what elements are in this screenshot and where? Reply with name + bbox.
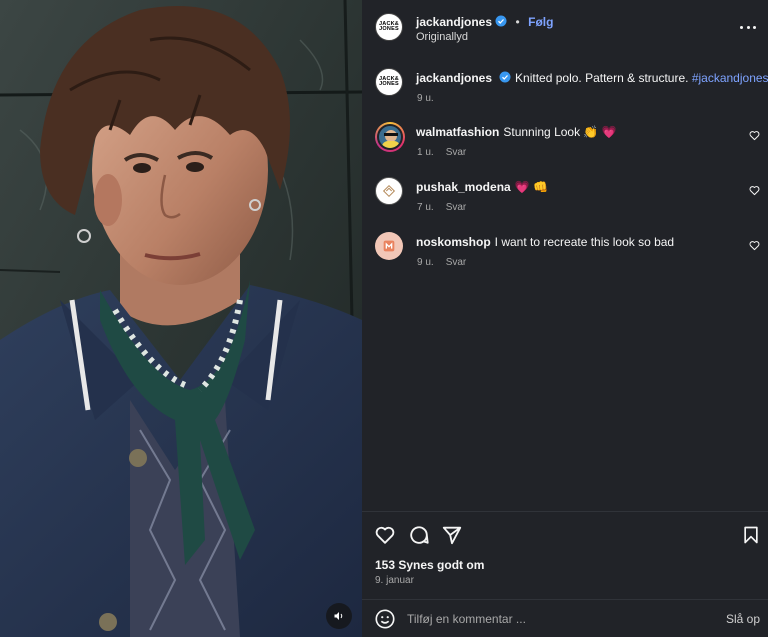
reply-button[interactable]: Svar bbox=[446, 147, 467, 158]
comment-item: noskomshop I want to recreate this look s… bbox=[362, 228, 768, 278]
comment-time: 7 u. bbox=[417, 202, 434, 213]
comment-text: I want to recreate this look so bad bbox=[494, 235, 675, 249]
share-icon bbox=[442, 526, 462, 545]
comment-icon bbox=[410, 526, 429, 544]
model-photo bbox=[0, 0, 362, 637]
separator-dot: • bbox=[515, 15, 520, 29]
post-caption: JACK& JONES jackandjones Knitted polo. Pa… bbox=[362, 62, 768, 112]
post-media[interactable] bbox=[0, 0, 362, 637]
reply-button[interactable]: Svar bbox=[446, 257, 467, 268]
author-username[interactable]: jackandjones bbox=[416, 15, 492, 29]
brand-logo-line: JONES bbox=[379, 26, 399, 32]
comment-like-heart-icon[interactable] bbox=[749, 185, 760, 196]
caption-time: 9 u. bbox=[417, 93, 434, 104]
emoji-button[interactable] bbox=[374, 608, 396, 630]
speaker-icon bbox=[334, 612, 343, 620]
more-dots-icon bbox=[746, 25, 750, 29]
caption-text: Knitted polo. Pattern & structure. bbox=[515, 71, 689, 85]
comment-text: 💗 👊 bbox=[514, 180, 548, 194]
action-bar bbox=[362, 521, 768, 549]
sound-toggle-button[interactable] bbox=[326, 603, 352, 629]
comment-username[interactable]: noskomshop bbox=[416, 235, 491, 249]
avatar[interactable] bbox=[375, 232, 403, 260]
comment-text: Stunning Look 👏 💗 bbox=[503, 125, 617, 139]
brand-logo-line: JONES bbox=[379, 81, 399, 87]
more-dots-icon bbox=[753, 25, 756, 29]
verified-badge-icon bbox=[495, 15, 507, 27]
save-button[interactable] bbox=[739, 523, 763, 547]
comment-item: pushak_modena 💗 👊 7 u. Svar bbox=[362, 173, 768, 223]
avatar[interactable]: JACK& JONES bbox=[375, 13, 403, 41]
post-detail-panel: JACK& JONES jackandjones • Følg Original… bbox=[362, 0, 768, 637]
post-date[interactable]: 9. januar bbox=[375, 575, 414, 586]
comment-like-heart-icon[interactable] bbox=[749, 130, 760, 141]
reply-button[interactable]: Svar bbox=[446, 202, 467, 213]
heart-icon bbox=[375, 526, 395, 544]
comment-button[interactable] bbox=[407, 523, 431, 547]
audio-label[interactable]: Originallyd bbox=[416, 31, 468, 43]
more-options-button[interactable] bbox=[740, 20, 756, 34]
caption-username[interactable]: jackandjones bbox=[416, 71, 492, 85]
likes-count[interactable]: 153 Synes godt om bbox=[375, 558, 484, 572]
comment-input[interactable] bbox=[407, 609, 707, 629]
comment-like-heart-icon[interactable] bbox=[749, 240, 760, 251]
comment-username[interactable]: pushak_modena bbox=[416, 180, 511, 194]
avatar[interactable]: JACK& JONES bbox=[375, 68, 403, 96]
avatar[interactable] bbox=[375, 122, 405, 152]
more-dots-icon bbox=[740, 25, 743, 29]
brand-mark-icon bbox=[382, 184, 396, 198]
verified-badge-icon bbox=[499, 71, 511, 83]
comment-username[interactable]: walmatfashion bbox=[416, 125, 499, 139]
comment-item: walmatfashion Stunning Look 👏 💗 1 u. Svar bbox=[362, 118, 768, 168]
comment-bar: Slå op bbox=[362, 600, 768, 637]
comment-time: 1 u. bbox=[417, 147, 434, 158]
post-comment-button[interactable]: Slå op bbox=[726, 612, 760, 626]
post-header: JACK& JONES jackandjones • Følg Original… bbox=[362, 0, 768, 60]
avatar[interactable] bbox=[375, 177, 403, 205]
comment-time: 9 u. bbox=[417, 257, 434, 268]
hashtag-link[interactable]: #jackandjones bbox=[692, 71, 768, 85]
shop-logo-icon bbox=[383, 240, 395, 252]
bookmark-icon bbox=[744, 526, 758, 544]
emoji-icon bbox=[375, 609, 395, 629]
like-button[interactable] bbox=[373, 523, 397, 547]
follow-button[interactable]: Følg bbox=[528, 15, 553, 29]
divider bbox=[362, 511, 768, 512]
share-button[interactable] bbox=[440, 523, 464, 547]
